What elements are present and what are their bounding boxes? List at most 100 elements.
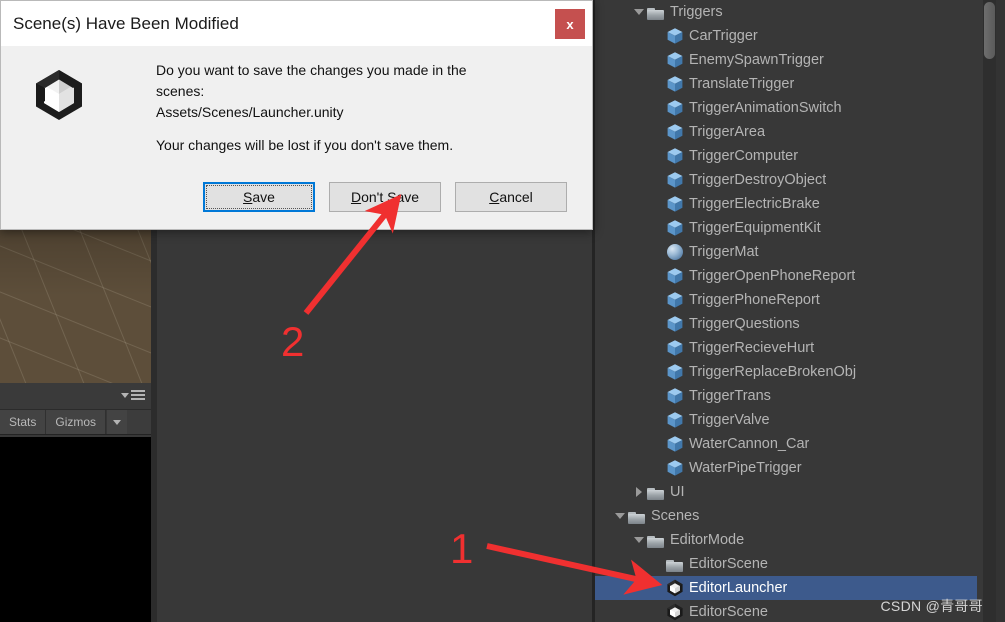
dialog-message-line-1: Do you want to save the changes you made… [156, 62, 467, 78]
hierarchy-row-triggeropenphonereport[interactable]: TriggerOpenPhoneReport [595, 264, 977, 288]
hierarchy-row-ui[interactable]: UI [595, 480, 977, 504]
cancel-button[interactable]: Cancel [455, 182, 567, 212]
hierarchy-right-edge [996, 0, 1005, 622]
hierarchy-row-label: EnemySpawnTrigger [689, 52, 824, 68]
folder-icon [627, 504, 647, 528]
folder-icon [646, 0, 666, 24]
hierarchy-row-enemyspawntrigger[interactable]: EnemySpawnTrigger [595, 48, 977, 72]
hierarchy-row-triggerphonereport[interactable]: TriggerPhoneReport [595, 288, 977, 312]
scene-view[interactable] [0, 225, 151, 383]
hamburger-menu-icon[interactable] [121, 390, 145, 400]
save-scene-dialog: Scene(s) Have Been Modified x Do you wan… [0, 0, 593, 230]
hierarchy-row-label: TriggerTrans [689, 388, 771, 404]
dont-save-button-label-rest: on't Save [361, 189, 420, 205]
watermark: CSDN @青哥哥 [880, 598, 983, 614]
hierarchy-scrollbar-thumb[interactable] [984, 2, 995, 59]
hierarchy-row-label: TriggerArea [689, 124, 766, 140]
game-view[interactable] [0, 437, 151, 622]
hierarchy-panel: Triggers CarTrigger EnemySpawnTrigger Trans… [595, 0, 1005, 622]
hierarchy-row-label: WaterPipeTrigger [689, 460, 802, 476]
chevron-down-icon[interactable] [632, 528, 646, 552]
cube-icon [665, 24, 685, 48]
screenshot-root: Stats Gizmos Triggers CarTrigger EnemySpaw… [0, 0, 1005, 622]
scene-grid [0, 225, 151, 383]
hierarchy-row-triggerarea[interactable]: TriggerArea [595, 120, 977, 144]
hierarchy-row-label: TranslateTrigger [689, 76, 795, 92]
hierarchy-row-triggerequipmentkit[interactable]: TriggerEquipmentKit [595, 216, 977, 240]
hierarchy-row-waterpipetrigger[interactable]: WaterPipeTrigger [595, 456, 977, 480]
cancel-button-label-rest: ancel [499, 189, 533, 205]
hierarchy-scrollbar-track[interactable] [983, 0, 996, 622]
hierarchy-row-triggers[interactable]: Triggers [595, 0, 977, 24]
hierarchy-row-triggervalve[interactable]: TriggerValve [595, 408, 977, 432]
hierarchy-row-triggertrans[interactable]: TriggerTrans [595, 384, 977, 408]
close-icon[interactable]: x [555, 9, 585, 39]
hierarchy-row-label: EditorScene [689, 556, 768, 572]
hierarchy-row-editormode[interactable]: EditorMode [595, 528, 977, 552]
hierarchy-row-label: TriggerQuestions [689, 316, 800, 332]
hierarchy-row-scenes[interactable]: Scenes [595, 504, 977, 528]
hierarchy-row-watercannon-car[interactable]: WaterCannon_Car [595, 432, 977, 456]
dialog-message-warning: Your changes will be lost if you don't s… [156, 137, 454, 153]
gizmos-dropdown-button[interactable] [106, 410, 128, 434]
hierarchy-row-label: UI [670, 484, 685, 500]
hierarchy-row-label: TriggerDestroyObject [689, 172, 827, 188]
hierarchy-row-triggeranimationswitch[interactable]: TriggerAnimationSwitch [595, 96, 977, 120]
dialog-title-bar[interactable]: Scene(s) Have Been Modified x [1, 1, 592, 46]
chevron-down-icon[interactable] [632, 0, 646, 24]
stats-button[interactable]: Stats [0, 410, 47, 434]
hierarchy-row-triggermat[interactable]: TriggerMat [595, 240, 977, 264]
cancel-button-mnemonic: C [489, 189, 500, 205]
hierarchy-row-triggercomputer[interactable]: TriggerComputer [595, 144, 977, 168]
save-button[interactable]: Save [203, 182, 315, 212]
hierarchy-row-label: TriggerElectricBrake [689, 196, 820, 212]
hierarchy-row-triggerrecievehurt[interactable]: TriggerRecieveHurt [595, 336, 977, 360]
hierarchy-row-editorscene[interactable]: EditorScene [595, 552, 977, 576]
chevron-down-icon[interactable] [613, 504, 627, 528]
hierarchy-row-label: EditorLauncher [689, 580, 788, 596]
hierarchy-row-label: TriggerMat [689, 244, 759, 260]
save-button-label-rest: ave [252, 189, 275, 205]
gizmos-button[interactable]: Gizmos [46, 410, 107, 434]
hierarchy-row-triggerreplacebrokenobj[interactable]: TriggerReplaceBrokenObj [595, 360, 977, 384]
hierarchy-row-triggerquestions[interactable]: TriggerQuestions [595, 312, 977, 336]
chevron-down-icon [113, 419, 122, 425]
hierarchy-row-cartrigger[interactable]: CarTrigger [595, 24, 977, 48]
dont-save-button[interactable]: Don't Save [329, 182, 441, 212]
hierarchy-row-label: TriggerOpenPhoneReport [689, 268, 856, 284]
unity-icon [665, 576, 685, 600]
dialog-title: Scene(s) Have Been Modified [13, 13, 239, 33]
cube-icon [665, 456, 685, 480]
dont-save-button-mnemonic: D [350, 189, 362, 205]
hierarchy-row-label: Triggers [670, 4, 723, 20]
hierarchy-row-triggerdestroyobject[interactable]: TriggerDestroyObject [595, 168, 977, 192]
hierarchy-row-triggerelectricbrake[interactable]: TriggerElectricBrake [595, 192, 977, 216]
hierarchy-row-label: TriggerRecieveHurt [689, 340, 815, 356]
hierarchy-row-translatetrigger[interactable]: TranslateTrigger [595, 72, 977, 96]
hierarchy-row-label: TriggerPhoneReport [689, 292, 820, 308]
hierarchy-row-label: TriggerEquipmentKit [689, 220, 821, 236]
folder-icon [646, 528, 666, 552]
hierarchy-row-label: CarTrigger [689, 28, 758, 44]
chevron-right-icon[interactable] [632, 480, 646, 504]
